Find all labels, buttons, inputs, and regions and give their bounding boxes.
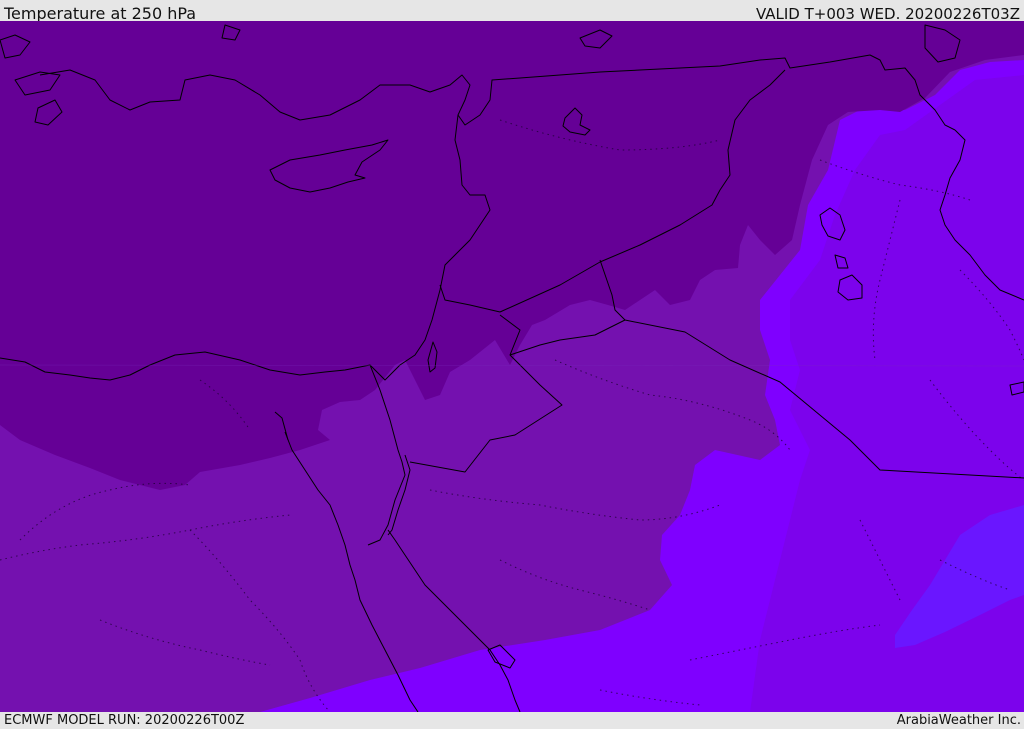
- temperature-map: [0, 21, 1024, 712]
- map-header: Temperature at 250 hPa VALID T+003 WED. …: [0, 0, 1024, 23]
- map-footer: ECMWF MODEL RUN: 20200226T00Z ArabiaWeat…: [0, 712, 1024, 729]
- model-run: ECMWF MODEL RUN: 20200226T00Z: [4, 713, 245, 728]
- credit-label: ArabiaWeather Inc.: [896, 713, 1021, 728]
- map-canvas: [0, 21, 1024, 712]
